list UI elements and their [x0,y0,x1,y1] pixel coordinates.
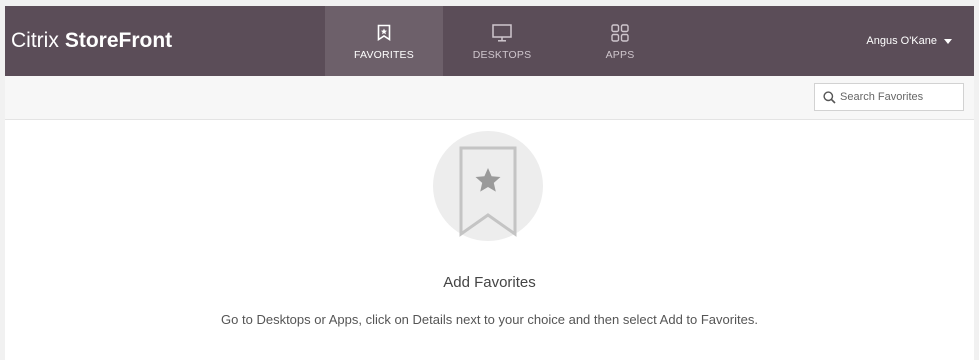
empty-state-message: Go to Desktops or Apps, click on Details… [221,312,758,327]
apps-grid-icon [609,22,631,44]
top-header-bar: Citrix StoreFront FAVORITES DESKTOPS APP… [5,6,974,76]
toolbar [5,76,974,120]
search-box[interactable] [814,83,964,111]
monitor-icon [491,22,513,44]
caret-down-icon [944,38,952,44]
tab-favorites[interactable]: FAVORITES [325,6,443,76]
search-icon [822,90,836,104]
empty-state-illustration [433,131,543,241]
empty-state-title: Add Favorites [443,274,536,291]
main-nav: FAVORITES DESKTOPS APPS [325,6,679,76]
main-content: Add Favorites Go to Desktops or Apps, cl… [5,120,974,360]
user-menu[interactable]: Angus O'Kane [866,6,952,76]
tab-desktops-label: DESKTOPS [472,48,532,61]
storefront-window: Citrix StoreFront FAVORITES DESKTOPS APP… [0,0,979,360]
tab-desktops[interactable]: DESKTOPS [443,6,561,76]
tab-apps[interactable]: APPS [561,6,679,76]
bookmark-star-icon [459,146,517,237]
brand-logo: Citrix StoreFront [11,6,172,76]
search-input[interactable] [840,91,955,103]
tab-favorites-label: FAVORITES [354,48,414,61]
brand-name-bold: StoreFront [64,29,173,52]
tab-apps-label: APPS [605,48,635,61]
user-name: Angus O'Kane [866,35,937,47]
bookmark-star-icon [373,22,395,44]
brand-name-light: Citrix [11,29,59,52]
